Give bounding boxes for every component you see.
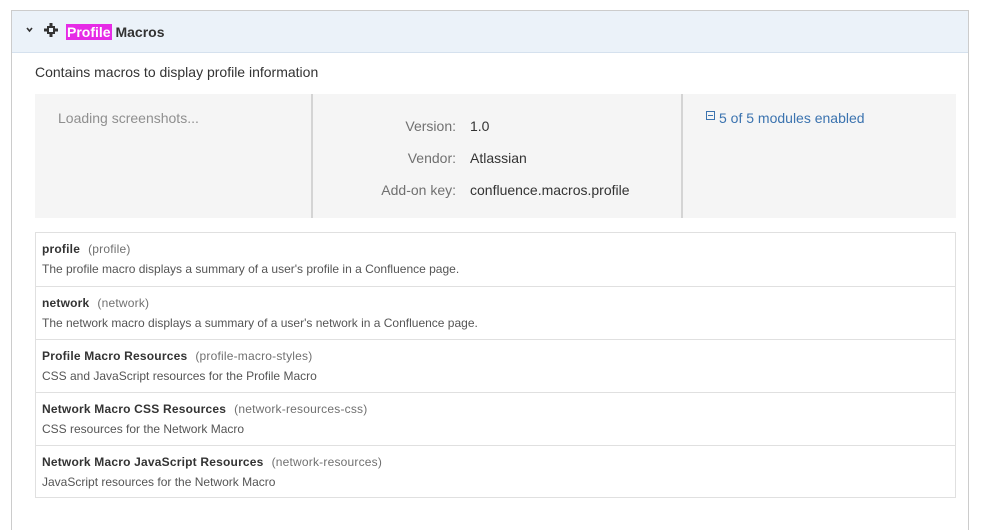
info-divider: [681, 94, 683, 218]
plugin-panel: Profile Macros Contains macros to displa…: [11, 10, 969, 530]
module-name-line: Profile Macro Resources (profile-macro-st…: [42, 348, 312, 364]
version-value: 1.0: [470, 118, 490, 134]
addon-key-label: Add-on key:: [381, 182, 456, 198]
modules-enabled-link[interactable]: 5 of 5 modules enabled: [719, 108, 865, 128]
module-description: The profile macro displays a summary of …: [42, 262, 460, 276]
module-name: profile: [42, 242, 81, 256]
plugin-header[interactable]: Profile Macros: [12, 11, 968, 53]
collapse-minus-icon[interactable]: [706, 111, 715, 120]
module-list: profile (profile) The profile macro displ…: [35, 232, 956, 498]
plugin-info-panel: Loading screenshots... Version: 1.0 Vend…: [35, 94, 956, 218]
module-name-line: profile (profile): [42, 241, 131, 257]
vendor-value: Atlassian: [470, 150, 527, 166]
chevron-down-icon[interactable]: [24, 24, 35, 35]
plugin-title-rest: Macros: [111, 24, 165, 40]
vendor-label: Vendor:: [407, 150, 456, 166]
screenshots-loading-text: Loading screenshots...: [58, 110, 199, 126]
module-name: network: [42, 296, 90, 310]
module-key: (profile-macro-styles): [195, 349, 313, 363]
module-name: Profile Macro Resources: [42, 349, 188, 363]
module-key: (network-resources-css): [234, 402, 368, 416]
module-key: (network): [97, 296, 150, 310]
module-key: (profile): [88, 242, 131, 256]
plugin-description: Contains macros to display profile infor…: [35, 64, 319, 80]
version-label: Version:: [405, 118, 456, 134]
plugin-title[interactable]: Profile Macros: [66, 22, 165, 42]
module-row: network (network) The network macro displ…: [36, 286, 955, 339]
module-row: Network Macro JavaScript Resources (netwo…: [36, 445, 955, 498]
module-row: Network Macro CSS Resources (network-reso…: [36, 392, 955, 445]
module-name: Network Macro JavaScript Resources: [42, 455, 264, 469]
plugin-puzzle-icon: [44, 23, 58, 37]
module-name-line: Network Macro CSS Resources (network-reso…: [42, 401, 367, 417]
module-description: CSS and JavaScript resources for the Pro…: [42, 369, 317, 383]
addon-key-value: confluence.macros.profile: [470, 182, 630, 198]
module-name-line: Network Macro JavaScript Resources (netwo…: [42, 454, 382, 470]
module-name-line: network (network): [42, 295, 149, 311]
module-name: Network Macro CSS Resources: [42, 402, 227, 416]
module-row: profile (profile) The profile macro displ…: [36, 233, 955, 286]
module-description: JavaScript resources for the Network Mac…: [42, 475, 276, 489]
module-row: Profile Macro Resources (profile-macro-st…: [36, 339, 955, 392]
module-key: (network-resources): [271, 455, 383, 469]
module-description: CSS resources for the Network Macro: [42, 422, 245, 436]
search-highlight: Profile: [66, 24, 112, 40]
module-description: The network macro displays a summary of …: [42, 316, 478, 330]
